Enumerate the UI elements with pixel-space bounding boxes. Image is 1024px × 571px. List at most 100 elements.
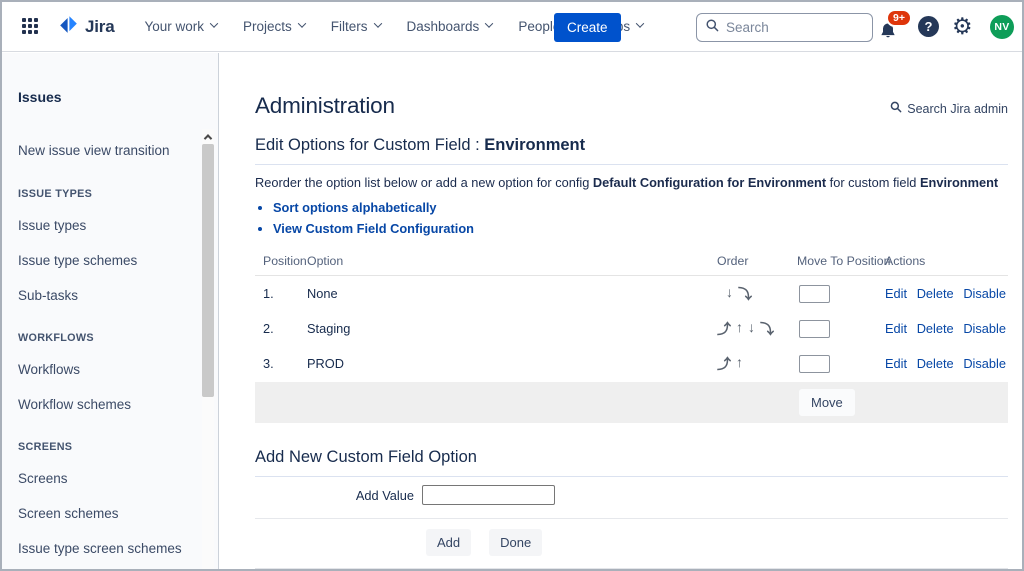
delete-link[interactable]: Delete bbox=[917, 356, 954, 371]
disable-link[interactable]: Disable bbox=[963, 321, 1006, 336]
sidebar-item-issue-type-schemes[interactable]: Issue type schemes bbox=[2, 243, 218, 278]
move-last-icon[interactable]: ⤵ bbox=[738, 284, 752, 304]
options-rows: 1. None ↓⤵ EditDeleteDisable 2. Staging … bbox=[255, 276, 1008, 381]
row-actions: Edit Delete Disable bbox=[885, 356, 1008, 371]
search-input[interactable] bbox=[726, 20, 856, 35]
sidebar-item-screen-schemes[interactable]: Screen schemes bbox=[2, 496, 218, 531]
move-up-icon[interactable]: ↑ bbox=[736, 354, 743, 374]
sidebar-item-sub-tasks[interactable]: Sub-tasks bbox=[2, 278, 218, 313]
chevron-down-icon bbox=[298, 19, 306, 27]
sidebar-section-issue-types: ISSUE TYPES bbox=[2, 183, 218, 205]
sidebar-title: Issues bbox=[18, 89, 218, 105]
options-table: Position Option Order Move To Position A… bbox=[255, 254, 1008, 423]
col-actions: Actions bbox=[885, 254, 1008, 268]
option-value: PROD bbox=[307, 356, 717, 371]
nav-item-dashboards[interactable]: Dashboards bbox=[407, 19, 493, 34]
option-position: 3. bbox=[255, 356, 307, 371]
col-order: Order bbox=[717, 254, 797, 268]
sidebar-section-screens: SCREENS bbox=[2, 436, 218, 458]
move-to-position-input[interactable] bbox=[799, 355, 830, 373]
options-table-footer: Move bbox=[255, 382, 1008, 423]
settings-button[interactable]: ⚙ bbox=[952, 12, 973, 40]
form-divider bbox=[255, 518, 1008, 519]
move-to-position-input[interactable] bbox=[799, 320, 830, 338]
sidebar-item-workflow-schemes[interactable]: Workflow schemes bbox=[2, 387, 218, 422]
app-switcher-icon[interactable] bbox=[22, 18, 40, 36]
help-button[interactable]: ? bbox=[918, 16, 939, 37]
order-controls: ↓⤵ bbox=[717, 284, 797, 304]
sidebar-item-screens[interactable]: Screens bbox=[2, 461, 218, 496]
options-table-header: Position Option Order Move To Position A… bbox=[255, 254, 1008, 276]
edit-link[interactable]: Edit bbox=[885, 321, 907, 336]
add-button[interactable]: Add bbox=[426, 529, 471, 556]
search-icon bbox=[890, 101, 902, 116]
page-title: Administration bbox=[255, 93, 395, 119]
sidebar-section-workflows: WORKFLOWS bbox=[2, 327, 218, 349]
notification-badge: 9+ bbox=[886, 9, 912, 27]
main-content: Administration Search Jira admin Edit Op… bbox=[220, 53, 1022, 569]
col-option: Option bbox=[307, 254, 717, 268]
chevron-down-icon bbox=[636, 19, 644, 27]
jira-logo-icon bbox=[58, 14, 79, 40]
delete-link[interactable]: Delete bbox=[917, 286, 954, 301]
delete-link[interactable]: Delete bbox=[917, 321, 954, 336]
notifications-button[interactable]: 9+ bbox=[876, 15, 912, 47]
sidebar-scrollbar-thumb[interactable] bbox=[202, 144, 214, 397]
top-bar: Jira Your workProjectsFiltersDashboardsP… bbox=[2, 2, 1022, 52]
nav-item-projects[interactable]: Projects bbox=[243, 19, 305, 34]
move-last-icon[interactable]: ⤵ bbox=[760, 319, 774, 339]
move-up-icon[interactable]: ↑ bbox=[736, 319, 743, 339]
add-value-label: Add Value bbox=[255, 488, 414, 503]
edit-link[interactable]: Edit bbox=[885, 356, 907, 371]
bottom-divider bbox=[255, 568, 1008, 569]
search-icon bbox=[706, 19, 719, 37]
order-controls: ⤴↑↓⤵ bbox=[717, 319, 797, 339]
user-avatar[interactable]: NV bbox=[990, 15, 1014, 39]
sidebar-item-new-issue-view-transition[interactable]: New issue view transition bbox=[2, 133, 218, 169]
nav-item-filters[interactable]: Filters bbox=[331, 19, 381, 34]
move-down-icon[interactable]: ↓ bbox=[726, 284, 733, 304]
sort-options-link[interactable]: Sort options alphabetically bbox=[273, 197, 1008, 218]
sidebar-item-issue-type-screen-schemes[interactable]: Issue type screen schemes bbox=[2, 531, 218, 566]
nav-item-your-work[interactable]: Your work bbox=[144, 19, 217, 34]
gear-icon: ⚙ bbox=[952, 13, 973, 39]
disable-link[interactable]: Disable bbox=[963, 286, 1006, 301]
row-actions: Edit Delete Disable bbox=[885, 321, 1008, 336]
sidebar-item-workflows[interactable]: Workflows bbox=[2, 352, 218, 387]
quick-links: Sort options alphabetically View Custom … bbox=[273, 197, 1008, 239]
order-controls: ⤴↑ bbox=[717, 354, 797, 374]
jira-logo-text: Jira bbox=[85, 17, 114, 37]
option-value: Staging bbox=[307, 321, 717, 336]
row-actions: Edit Delete Disable bbox=[885, 286, 1008, 301]
disable-link[interactable]: Disable bbox=[963, 356, 1006, 371]
option-position: 1. bbox=[255, 286, 307, 301]
done-button[interactable]: Done bbox=[489, 529, 542, 556]
custom-field-name: Environment bbox=[484, 136, 585, 154]
search-jira-admin-link[interactable]: Search Jira admin bbox=[890, 101, 1008, 116]
question-mark-icon: ? bbox=[925, 19, 933, 34]
add-value-input[interactable] bbox=[422, 485, 555, 505]
option-row: 3. PROD ⤴↑ Edit Delete Disable bbox=[255, 346, 1008, 381]
jira-logo[interactable]: Jira bbox=[58, 14, 114, 40]
scrollbar-up-arrow-icon[interactable] bbox=[202, 129, 214, 144]
option-value: None bbox=[307, 286, 717, 301]
option-row: 2. Staging ⤴↑↓⤵ Edit Delete Disable bbox=[255, 311, 1008, 346]
chevron-down-icon bbox=[373, 19, 381, 27]
sidebar-nav: New issue view transition ISSUE TYPES Issu… bbox=[2, 133, 218, 566]
move-first-icon[interactable]: ⤴ bbox=[717, 354, 731, 374]
move-down-icon[interactable]: ↓ bbox=[748, 319, 755, 339]
option-row: 1. None ↓⤵ Edit Delete Disable bbox=[255, 276, 1008, 311]
option-position: 2. bbox=[255, 321, 307, 336]
move-first-icon[interactable]: ⤴ bbox=[717, 319, 731, 339]
chevron-down-icon bbox=[485, 19, 493, 27]
sidebar-item-issue-types[interactable]: Issue types bbox=[2, 208, 218, 243]
edit-link[interactable]: Edit bbox=[885, 286, 907, 301]
view-config-link[interactable]: View Custom Field Configuration bbox=[273, 218, 1008, 239]
search-jira-admin-label: Search Jira admin bbox=[907, 102, 1008, 116]
chevron-down-icon bbox=[210, 19, 218, 27]
move-to-position-input[interactable] bbox=[799, 285, 830, 303]
create-button[interactable]: Create bbox=[554, 13, 621, 42]
move-button[interactable]: Move bbox=[799, 389, 855, 416]
search-box[interactable] bbox=[696, 13, 873, 42]
reorder-description: Reorder the option list below or add a n… bbox=[255, 175, 1008, 190]
